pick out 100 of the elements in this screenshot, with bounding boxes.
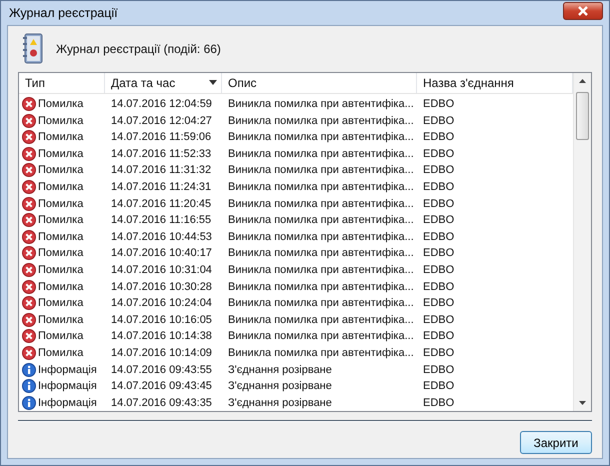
table-cell: Виникла помилка при автентифіка... (228, 114, 414, 127)
table-cell: 14.07.2016 11:16:55 (111, 214, 212, 226)
table-cell: EDBO (423, 98, 454, 110)
table-cell: Помилка (38, 314, 84, 326)
window-title: Журнал реєстрації (8, 6, 118, 20)
table-cell: EDBO (423, 230, 454, 243)
table-cell: 14.07.2016 10:14:09 (111, 346, 212, 359)
table-cell: 14.07.2016 12:04:27 (111, 114, 212, 127)
table-cell: Помилка (38, 114, 84, 127)
table-cell: Інформація (38, 396, 97, 409)
error-icon (22, 163, 36, 178)
table-cell: Виникла помилка при автентифіка... (228, 297, 414, 310)
column-header[interactable]: Опис (222, 73, 417, 93)
error-icon (22, 146, 36, 161)
table-cell: Інформація (38, 380, 97, 392)
error-icon (22, 180, 36, 194)
error-icon (22, 262, 36, 277)
table-cell: Виникла помилка при автентифіка... (228, 148, 414, 160)
column-header[interactable]: Дата та час (105, 73, 222, 93)
column-header[interactable]: Тип (19, 73, 105, 93)
close-dialog-button[interactable]: Закрити (520, 431, 592, 454)
table-cell: 14.07.2016 12:04:59 (111, 98, 212, 110)
table-cell: Виникла помилка при автентифіка... (228, 164, 414, 176)
error-icon (22, 246, 36, 260)
table-cell: 14.07.2016 09:43:35 (111, 396, 212, 409)
table-cell: EDBO (423, 131, 454, 144)
table-cell: 14.07.2016 10:40:17 (111, 247, 212, 260)
table-cell: Виникла помилка при автентифіка... (228, 230, 414, 243)
table-cell: EDBO (423, 164, 454, 176)
table-cell: 14.07.2016 11:24:31 (111, 180, 212, 193)
table-cell: 14.07.2016 09:43:55 (111, 364, 212, 376)
table-cell: 14.07.2016 10:16:05 (111, 314, 212, 326)
table-cell: З'єднання розірване (228, 364, 332, 376)
table-cell: Виникла помилка при автентифіка... (228, 346, 414, 359)
table-cell: EDBO (423, 396, 454, 409)
error-icon (22, 329, 36, 344)
table-cell: Помилка (38, 247, 84, 260)
table-cell: Помилка (38, 264, 84, 276)
table-cell: EDBO (423, 346, 454, 359)
error-icon (22, 312, 36, 327)
vertical-scrollbar[interactable] (573, 73, 591, 411)
log-summary: Журнал реєстрації (подій: 66) (56, 42, 221, 56)
table-cell: 14.07.2016 10:24:04 (111, 297, 212, 310)
table-cell: EDBO (423, 330, 454, 342)
table-cell: Виникла помилка при автентифіка... (228, 180, 414, 193)
table-cell: 14.07.2016 11:31:32 (111, 164, 212, 176)
table-cell: Виникла помилка при автентифіка... (228, 98, 414, 110)
scroll-thumb[interactable] (576, 92, 589, 140)
table-cell: EDBO (423, 314, 454, 326)
table-cell: Помилка (38, 330, 84, 342)
error-icon (22, 230, 36, 244)
table-cell: EDBO (423, 114, 454, 127)
table-cell: EDBO (423, 264, 454, 276)
table-cell: Помилка (38, 230, 84, 243)
table-cell: Виникла помилка при автентифіка... (228, 247, 414, 260)
table-cell: Виникла помилка при автентифіка... (228, 330, 414, 342)
table-cell: EDBO (423, 297, 454, 310)
close-icon (577, 6, 589, 16)
close-button[interactable] (563, 2, 603, 20)
table-cell: 14.07.2016 10:30:28 (111, 280, 212, 293)
table-cell: EDBO (423, 380, 454, 392)
error-icon (22, 114, 36, 128)
table-cell: Виникла помилка при автентифіка... (228, 314, 414, 326)
table-cell: Інформація (38, 364, 97, 376)
table-cell: EDBO (423, 148, 454, 160)
table-cell: EDBO (423, 364, 454, 376)
table-cell: Виникла помилка при автентифіка... (228, 198, 414, 210)
error-icon (22, 213, 36, 228)
table-cell: Помилка (38, 148, 84, 160)
table-cell: EDBO (423, 198, 454, 210)
table-cell: З'єднання розірване (228, 380, 332, 392)
error-icon (22, 130, 36, 144)
table-cell: Помилка (38, 131, 84, 144)
table-cell: EDBO (423, 180, 454, 193)
log-book-icon (22, 33, 44, 65)
info-icon (22, 362, 36, 377)
error-icon (22, 346, 36, 360)
table-cell: 14.07.2016 10:44:53 (111, 230, 212, 243)
error-icon (22, 97, 36, 112)
table-cell: EDBO (423, 280, 454, 293)
table-cell: З'єднання розірване (228, 396, 332, 409)
table-cell: EDBO (423, 214, 454, 226)
table-cell: 14.07.2016 11:52:33 (111, 148, 212, 160)
table-cell: 14.07.2016 11:20:45 (111, 198, 212, 210)
error-icon (22, 196, 36, 211)
table-cell: Помилка (38, 214, 84, 226)
table-cell: 14.07.2016 10:14:38 (111, 330, 212, 342)
table-cell: 14.07.2016 09:43:45 (111, 380, 212, 392)
table-cell: Виникла помилка при автентифіка... (228, 214, 414, 226)
table-cell: Помилка (38, 198, 84, 210)
table-cell: Виникла помилка при автентифіка... (228, 280, 414, 293)
error-icon (22, 280, 36, 294)
table-cell: Виникла помилка при автентифіка... (228, 264, 414, 276)
table-cell: 14.07.2016 10:31:04 (111, 264, 212, 276)
table-cell: 14.07.2016 11:59:06 (111, 131, 212, 144)
table-cell: Помилка (38, 180, 84, 193)
table-cell: Помилка (38, 346, 84, 359)
table-cell: EDBO (423, 247, 454, 260)
table-cell: Помилка (38, 280, 84, 293)
info-icon (22, 379, 36, 394)
